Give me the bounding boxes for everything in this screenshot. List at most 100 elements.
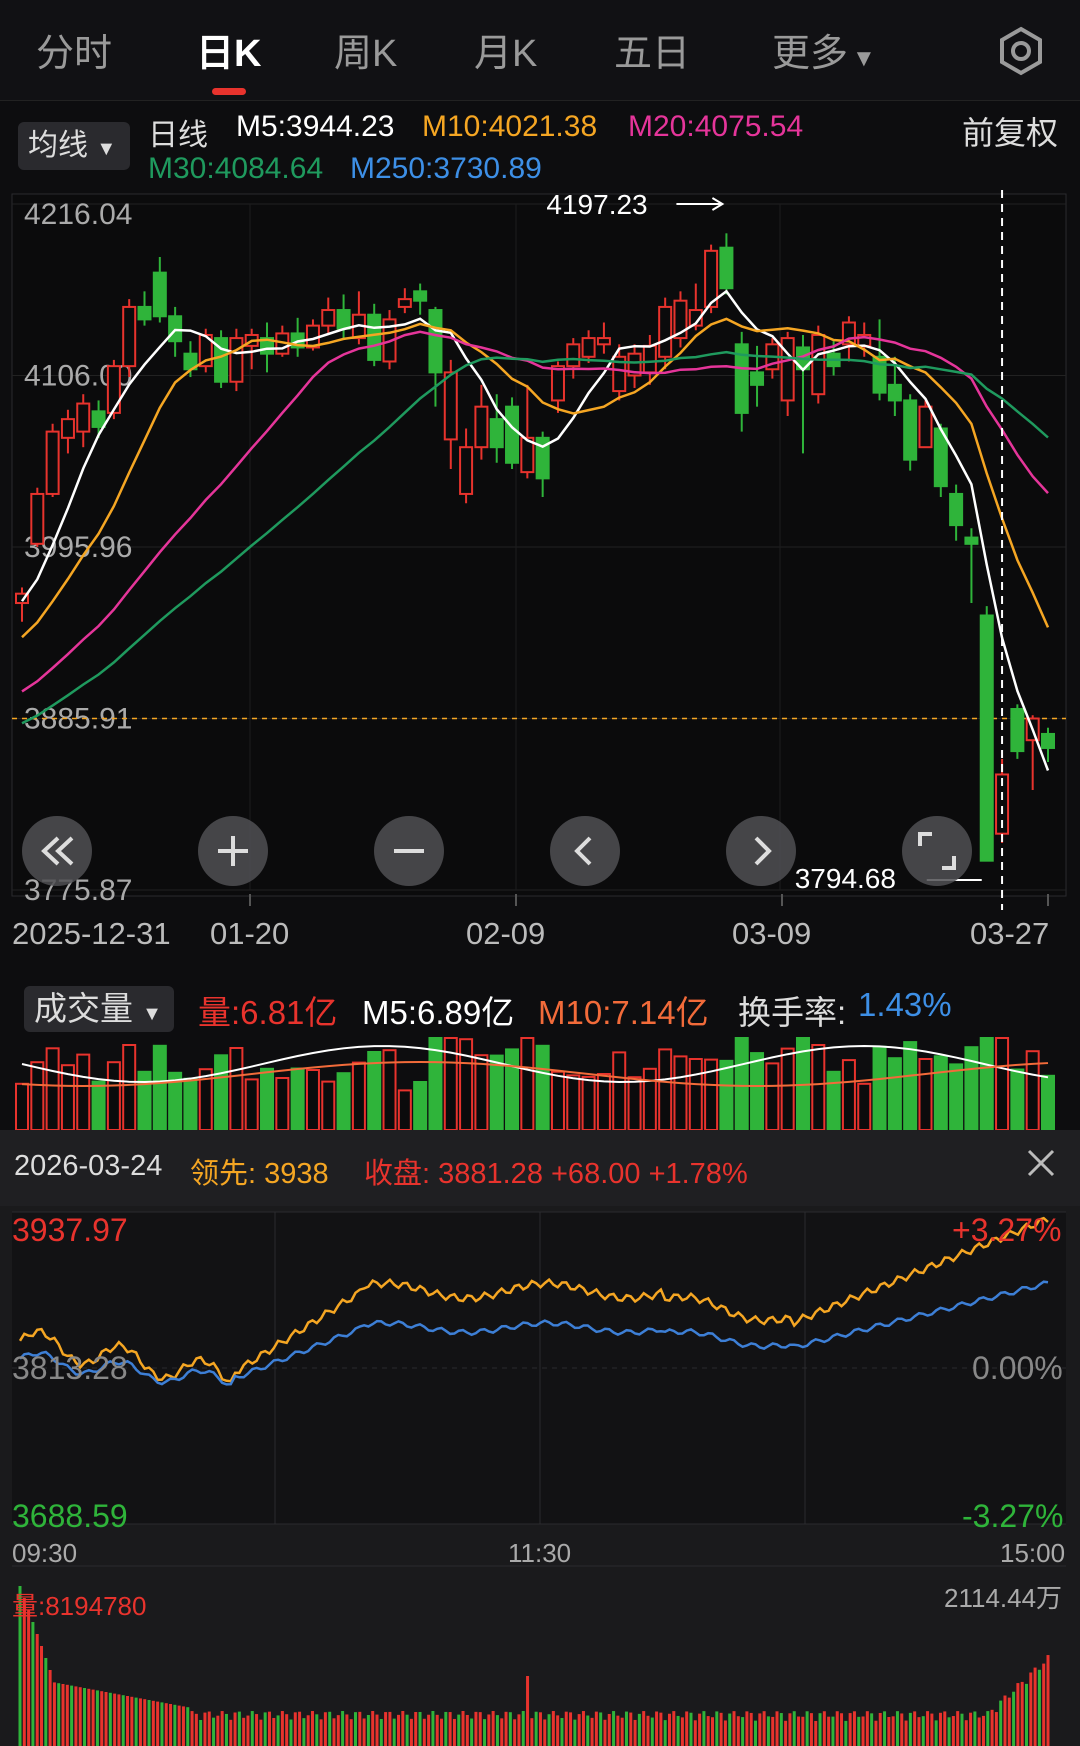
intraday-volume-bar — [91, 1689, 95, 1746]
intraday-volume-bar — [323, 1712, 327, 1746]
intraday-volume-bar — [831, 1716, 835, 1746]
time-mid: 11:30 — [508, 1538, 572, 1568]
volume-bar — [903, 1041, 918, 1130]
volume-indicator-select[interactable]: 成交量 ▼ — [24, 986, 174, 1032]
intraday-volume-bar — [31, 1622, 35, 1746]
intraday-volume-bar — [792, 1711, 796, 1746]
intraday-volume-bar — [857, 1716, 861, 1746]
tab-weekly-k[interactable]: 周K — [334, 22, 397, 77]
intraday-volume-bar — [758, 1713, 762, 1746]
intraday-volume-bar — [134, 1697, 138, 1746]
intraday-volume-bar — [409, 1718, 413, 1746]
intraday-volume-bar — [315, 1714, 319, 1746]
intraday-volume-bar — [186, 1707, 190, 1746]
time-end: 15:00 — [1000, 1538, 1066, 1568]
candle-body — [428, 309, 443, 374]
volume-select-label: 成交量 — [34, 990, 133, 1027]
intraday-volume-bar — [547, 1714, 551, 1746]
intraday-volume-bar — [900, 1713, 904, 1746]
intraday-chart[interactable] — [0, 1206, 1080, 1746]
indicator-select[interactable]: 均线 ▼ — [18, 122, 130, 170]
candle-body — [1041, 732, 1055, 749]
tab-daily-k[interactable]: 日K — [196, 22, 261, 77]
intraday-volume-bar — [693, 1720, 697, 1746]
candle-body — [581, 337, 596, 358]
volume-bar — [152, 1044, 167, 1130]
intraday-volume-bar — [220, 1711, 224, 1746]
intraday-volume-bar — [667, 1713, 671, 1746]
intraday-base: 3813.28 — [12, 1350, 128, 1386]
volume-bar — [321, 1080, 336, 1130]
volume-bar — [566, 1074, 581, 1130]
candle-body — [489, 418, 504, 449]
intraday-volume-bar — [736, 1716, 740, 1746]
intraday-volume-bar — [418, 1711, 422, 1746]
intraday-volume-bar — [861, 1716, 865, 1746]
scroll-start-button[interactable] — [22, 816, 92, 886]
intraday-volume-bar — [319, 1719, 323, 1746]
volume-bar — [581, 1075, 596, 1130]
caret-down-icon: ▼ — [142, 1003, 162, 1025]
intraday-volume-bar — [465, 1714, 469, 1746]
volume-bar — [336, 1072, 351, 1130]
volume-bar — [520, 1037, 535, 1130]
intraday-volume-bar — [581, 1711, 585, 1746]
intraday-volume-bar — [1020, 1681, 1024, 1746]
intraday-volume-bar — [169, 1704, 173, 1746]
volume-bar — [765, 1062, 780, 1130]
scroll-right-button[interactable] — [726, 816, 796, 886]
expand-icon — [918, 832, 956, 870]
volume-bar — [535, 1044, 550, 1130]
intraday-volume-bar — [336, 1715, 340, 1746]
volume-bar — [459, 1038, 474, 1130]
volume-bar — [979, 1037, 994, 1130]
close-icon[interactable] — [1026, 1148, 1056, 1178]
tab-intraday[interactable]: 分时 — [36, 22, 112, 77]
candle-body — [474, 405, 489, 449]
plus-icon — [218, 836, 248, 866]
intraday-volume-bar — [57, 1683, 61, 1746]
candle-body — [918, 405, 933, 449]
zoom-out-button[interactable] — [374, 816, 444, 886]
volume-bar — [290, 1067, 305, 1130]
intraday-volume-bar — [702, 1711, 706, 1746]
intraday-volume-bar — [878, 1712, 882, 1746]
intraday-volume-bar — [951, 1716, 955, 1746]
tab-more[interactable]: 更多 ▼ — [772, 22, 876, 77]
intraday-volume-bar — [74, 1686, 78, 1746]
intraday-volume-bar — [728, 1713, 732, 1746]
intraday-volume-bar — [104, 1692, 108, 1746]
volume-bar — [550, 1070, 565, 1130]
intraday-volume-bar — [620, 1717, 624, 1746]
intraday-volume-bar — [513, 1719, 517, 1746]
intraday-volume-bar — [771, 1716, 775, 1746]
fullscreen-button[interactable] — [902, 816, 972, 886]
volume-bar — [658, 1048, 673, 1130]
scroll-left-button[interactable] — [550, 816, 620, 886]
adjust-mode[interactable]: 前复权 — [962, 108, 1058, 154]
intraday-volume-bar — [969, 1712, 973, 1746]
intraday-volume-bar — [590, 1717, 594, 1746]
candle-body — [229, 337, 244, 383]
tab-five-day[interactable]: 五日 — [614, 22, 690, 77]
intraday-volume-bar — [616, 1715, 620, 1746]
intraday-volume-bar — [745, 1711, 749, 1746]
volume-bar — [1041, 1074, 1055, 1130]
intraday-volume-bar — [35, 1634, 39, 1746]
intraday-volume-bar — [865, 1711, 869, 1746]
intraday-volume-bar — [908, 1712, 912, 1746]
tab-monthly-k[interactable]: 月K — [474, 22, 537, 77]
intraday-volume-bar — [762, 1711, 766, 1746]
intraday-volume-bar — [491, 1711, 495, 1746]
intraday-volume-bar — [603, 1719, 607, 1746]
settings-gear-icon[interactable] — [996, 26, 1046, 76]
candle-body — [321, 309, 336, 327]
volume-bar — [214, 1054, 229, 1130]
intraday-volume-bar — [612, 1711, 616, 1746]
intraday-volume-bar — [676, 1715, 680, 1746]
intraday-volume-bar — [375, 1714, 379, 1746]
zoom-in-button[interactable] — [198, 816, 268, 886]
volume-bar — [872, 1045, 887, 1130]
intraday-volume-bar — [551, 1711, 555, 1746]
intraday-volume-bar — [461, 1711, 465, 1746]
